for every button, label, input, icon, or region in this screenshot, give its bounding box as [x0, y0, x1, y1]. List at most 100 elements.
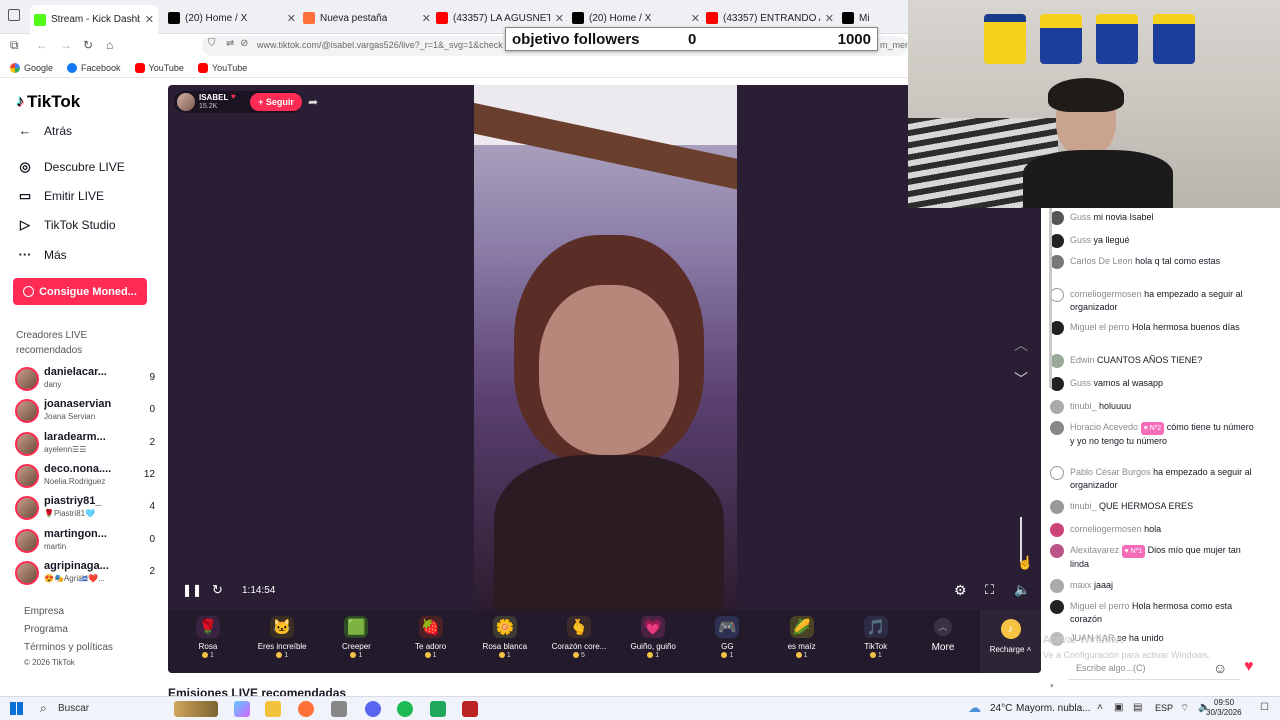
chat-avatar[interactable]	[1050, 523, 1064, 537]
chat-username[interactable]: corneliogermosen	[1070, 524, 1142, 534]
chat-avatar[interactable]	[1050, 377, 1064, 391]
more-gifts-button[interactable]: ︿ More	[928, 618, 958, 653]
bookmark-google[interactable]: Google	[10, 62, 53, 73]
bookmark-youtube-2[interactable]: YouTube	[197, 62, 247, 73]
browser-tab[interactable]: Mi	[842, 7, 902, 29]
gift-item[interactable]: 🟩 Creeper 1	[321, 616, 391, 659]
link-icon[interactable]: ⊘	[240, 38, 248, 49]
chevron-up-icon[interactable]: ︿	[1014, 335, 1028, 355]
close-tab-icon[interactable]: ✕	[555, 12, 564, 25]
browser-tab[interactable]: (43357) ENTRANDO A LIVE ✕	[706, 7, 834, 29]
chat-username[interactable]: Edwin	[1070, 355, 1095, 365]
language-indicator[interactable]: ESP	[1155, 703, 1173, 713]
close-tab-icon[interactable]: ✕	[691, 12, 700, 25]
collections-icon[interactable]: ⧉	[10, 38, 19, 53]
pause-icon[interactable]: ❚❚	[182, 583, 202, 597]
creator-item[interactable]: laradearm... ayelenn☰☰ 2	[15, 430, 155, 460]
taskbar-search[interactable]: Buscar	[58, 703, 89, 714]
sidebar-item-more[interactable]: ··· Más	[18, 247, 67, 262]
windows-start-icon[interactable]	[10, 702, 23, 715]
chat-username[interactable]: corneliogermosen	[1070, 289, 1142, 299]
footer-link[interactable]: Términos y políticas	[24, 642, 113, 653]
bookmark-youtube[interactable]: YouTube	[134, 62, 184, 73]
browser-tab[interactable]: (43357) LA AGUSNETA EN ✕	[436, 7, 564, 29]
follow-button[interactable]: + Seguir	[250, 93, 302, 111]
video-app-icon[interactable]	[462, 701, 478, 717]
live-video[interactable]	[474, 85, 737, 610]
like-heart-icon[interactable]: ♥	[1244, 658, 1254, 676]
network-icon[interactable]: ⌔	[1180, 702, 1189, 715]
sidebar-item-discover-live[interactable]: ◎ Descubre LIVE	[18, 159, 124, 175]
chat-avatar[interactable]	[1050, 255, 1064, 269]
creator-item[interactable]: piastriy81_ 🌹Piastri81🩵 4	[15, 494, 155, 524]
creator-item[interactable]: agripinaga... 😍🎭Agri🇺🇾❤️... 2	[15, 559, 155, 589]
weather-text[interactable]: Mayorm. nubla...	[1016, 703, 1090, 714]
fullscreen-icon[interactable]: ⛶	[985, 582, 994, 598]
site-settings-icon[interactable]: ⇌	[226, 38, 234, 49]
chat-avatar[interactable]	[1050, 400, 1064, 414]
chat-avatar[interactable]	[1050, 544, 1064, 558]
settings-icon[interactable]: ⚙	[954, 582, 967, 599]
tray-chevron-icon[interactable]: ˄	[1097, 702, 1103, 713]
copilot-icon[interactable]	[234, 701, 250, 717]
close-tab-icon[interactable]: ✕	[145, 13, 154, 26]
chat-avatar[interactable]	[1050, 354, 1064, 368]
share-icon[interactable]: ➦	[308, 95, 318, 109]
back-icon[interactable]: ←	[36, 38, 48, 52]
shield-icon[interactable]: ⛉	[208, 38, 216, 49]
search-icon[interactable]: ⌕	[40, 701, 47, 716]
gift-item[interactable]: 🌽 es maíz 1	[767, 616, 837, 659]
chat-username[interactable]: Guss	[1070, 212, 1091, 222]
forward-icon[interactable]: →	[60, 38, 72, 52]
chat-username[interactable]: Carlos De Leon	[1070, 256, 1133, 266]
footer-link[interactable]: Empresa	[24, 606, 64, 617]
sidebar-item-go-live[interactable]: ▭ Emitir LIVE	[18, 188, 104, 204]
app-icon[interactable]	[331, 701, 347, 717]
gift-item[interactable]: 🐱 Eres increíble 1	[247, 616, 317, 659]
chat-username[interactable]: Pablo César Burgos	[1070, 467, 1151, 477]
chat-avatar[interactable]	[1050, 321, 1064, 335]
sidebar-item-studio[interactable]: ▷ TikTok Studio	[18, 217, 116, 233]
chat-username[interactable]: maxx	[1070, 580, 1092, 590]
chat-username[interactable]: tinubi_	[1070, 401, 1097, 411]
clock-time[interactable]: 09:50	[1214, 698, 1234, 707]
host-avatar[interactable]	[177, 93, 195, 111]
gift-item[interactable]: 🍓 Te adoro 1	[396, 616, 466, 659]
clock-date[interactable]: 30/3/2026	[1206, 708, 1242, 717]
chat-avatar[interactable]	[1050, 288, 1064, 302]
chat-avatar[interactable]	[1050, 421, 1064, 435]
creator-item[interactable]: joanaservian Joana Servian 0	[15, 397, 155, 427]
chat-avatar[interactable]	[1050, 211, 1064, 225]
gift-item[interactable]: 💗 Guiño, guiño 1	[618, 616, 688, 659]
widgets-icon[interactable]	[174, 701, 218, 717]
weather-temp[interactable]: 24°C	[990, 703, 1012, 714]
browser-tab[interactable]: (20) Home / X ✕	[168, 7, 296, 29]
reload-icon[interactable]: ↻	[212, 582, 223, 598]
chat-scrollbar[interactable]	[1049, 208, 1052, 388]
chevron-down-icon[interactable]: ▾	[1050, 682, 1054, 690]
chat-username[interactable]: Miguel el perro	[1070, 601, 1130, 611]
chat-username[interactable]: tinubi_	[1070, 501, 1097, 511]
chat-username[interactable]: Alexitavarez	[1070, 545, 1119, 555]
bookmark-facebook[interactable]: Facebook	[67, 62, 121, 73]
gift-item[interactable]: 🎮 GG 1	[692, 616, 762, 659]
close-tab-icon[interactable]: ✕	[825, 12, 834, 25]
chat-username[interactable]: Miguel el perro	[1070, 322, 1130, 332]
recharge-button[interactable]: ♪ Recharge ˄	[980, 610, 1041, 673]
chat-avatar[interactable]	[1050, 579, 1064, 593]
creator-item[interactable]: martingon... martin 0	[15, 527, 155, 557]
chat-avatar[interactable]	[1050, 466, 1064, 480]
obs-icon[interactable]	[430, 701, 446, 717]
discord-icon[interactable]	[365, 701, 381, 717]
host-name[interactable]: ISABEL	[199, 93, 228, 102]
home-icon[interactable]: ⌂	[106, 38, 113, 52]
spotify-icon[interactable]	[397, 701, 413, 717]
chat-username[interactable]: Guss	[1070, 235, 1091, 245]
gift-item[interactable]: 🌼 Rosa blanca 1	[470, 616, 540, 659]
volume-icon[interactable]: 🔈	[1014, 582, 1030, 598]
tray-app-icon[interactable]: ▤	[1133, 702, 1142, 713]
refresh-icon[interactable]: ↻	[83, 38, 93, 52]
creator-item[interactable]: danielacar... dany 9	[15, 365, 155, 395]
get-coins-button[interactable]: Consigue Moned...	[13, 278, 147, 305]
file-explorer-icon[interactable]	[265, 701, 281, 717]
